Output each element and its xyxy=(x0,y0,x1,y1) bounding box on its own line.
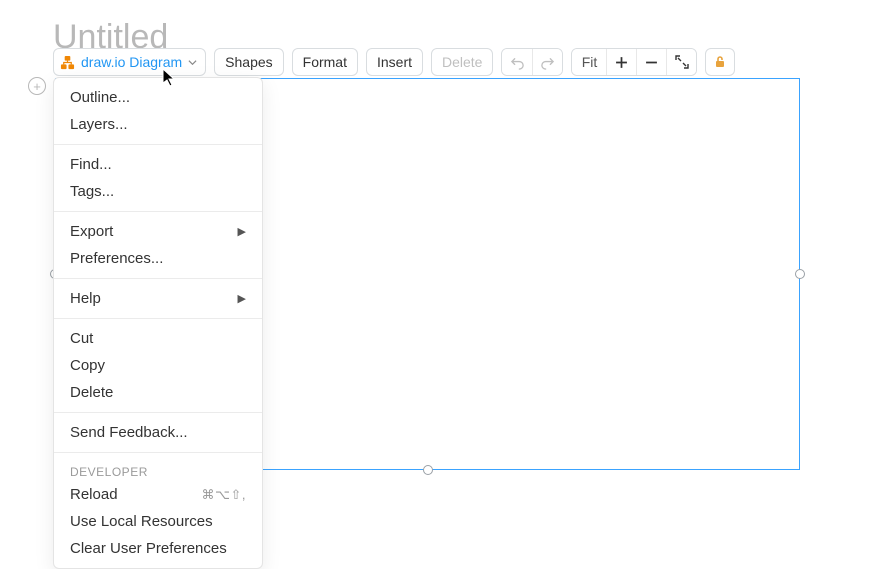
menu-cut[interactable]: Cut xyxy=(54,325,262,352)
menu-separator xyxy=(54,412,262,413)
menu-clear-user-preferences[interactable]: Clear User Preferences xyxy=(54,535,262,562)
diagram-menu: Outline... Layers... Find... Tags... Exp… xyxy=(53,77,263,569)
format-button[interactable]: Format xyxy=(292,48,358,76)
menu-help[interactable]: Help ▶ xyxy=(54,285,262,312)
resize-handle-right[interactable] xyxy=(795,269,805,279)
submenu-arrow-icon: ▶ xyxy=(238,225,246,238)
menu-layers[interactable]: Layers... xyxy=(54,111,262,138)
fullscreen-button[interactable] xyxy=(666,49,696,75)
drawio-diagram-label: draw.io Diagram xyxy=(81,54,182,70)
menu-separator xyxy=(54,278,262,279)
menu-separator xyxy=(54,144,262,145)
menu-separator xyxy=(54,211,262,212)
menu-preferences[interactable]: Preferences... xyxy=(54,245,262,272)
menu-reload-shortcut: ⌘⌥⇧, xyxy=(202,487,247,503)
drawio-diagram-button[interactable]: draw.io Diagram xyxy=(53,48,206,76)
menu-reload[interactable]: Reload ⌘⌥⇧, xyxy=(54,481,262,508)
view-group: Fit xyxy=(571,48,697,76)
menu-use-local-resources[interactable]: Use Local Resources xyxy=(54,508,262,535)
fit-button[interactable]: Fit xyxy=(572,49,606,75)
resize-handle-bottom[interactable] xyxy=(423,465,433,475)
plus-icon: + xyxy=(33,80,41,93)
menu-export[interactable]: Export ▶ xyxy=(54,218,262,245)
toolbar: draw.io Diagram Shapes Format Insert Del… xyxy=(53,48,735,76)
insert-button[interactable]: Insert xyxy=(366,48,423,76)
redo-button[interactable] xyxy=(532,49,562,75)
undo-redo-group xyxy=(501,48,563,76)
menu-find[interactable]: Find... xyxy=(54,151,262,178)
menu-separator xyxy=(54,452,262,453)
submenu-arrow-icon: ▶ xyxy=(238,292,246,305)
menu-section-developer: DEVELOPER xyxy=(54,459,262,481)
zoom-out-button[interactable] xyxy=(636,49,666,75)
menu-delete[interactable]: Delete xyxy=(54,379,262,406)
menu-copy[interactable]: Copy xyxy=(54,352,262,379)
add-page-button[interactable]: + xyxy=(28,77,46,95)
zoom-in-button[interactable] xyxy=(606,49,636,75)
menu-outline[interactable]: Outline... xyxy=(54,84,262,111)
chevron-down-icon xyxy=(188,58,197,67)
drawio-icon xyxy=(60,55,75,70)
menu-tags[interactable]: Tags... xyxy=(54,178,262,205)
menu-send-feedback[interactable]: Send Feedback... xyxy=(54,419,262,446)
shapes-button[interactable]: Shapes xyxy=(214,48,283,76)
undo-button[interactable] xyxy=(502,49,532,75)
menu-separator xyxy=(54,318,262,319)
lock-button[interactable] xyxy=(705,48,735,76)
delete-button[interactable]: Delete xyxy=(431,48,493,76)
